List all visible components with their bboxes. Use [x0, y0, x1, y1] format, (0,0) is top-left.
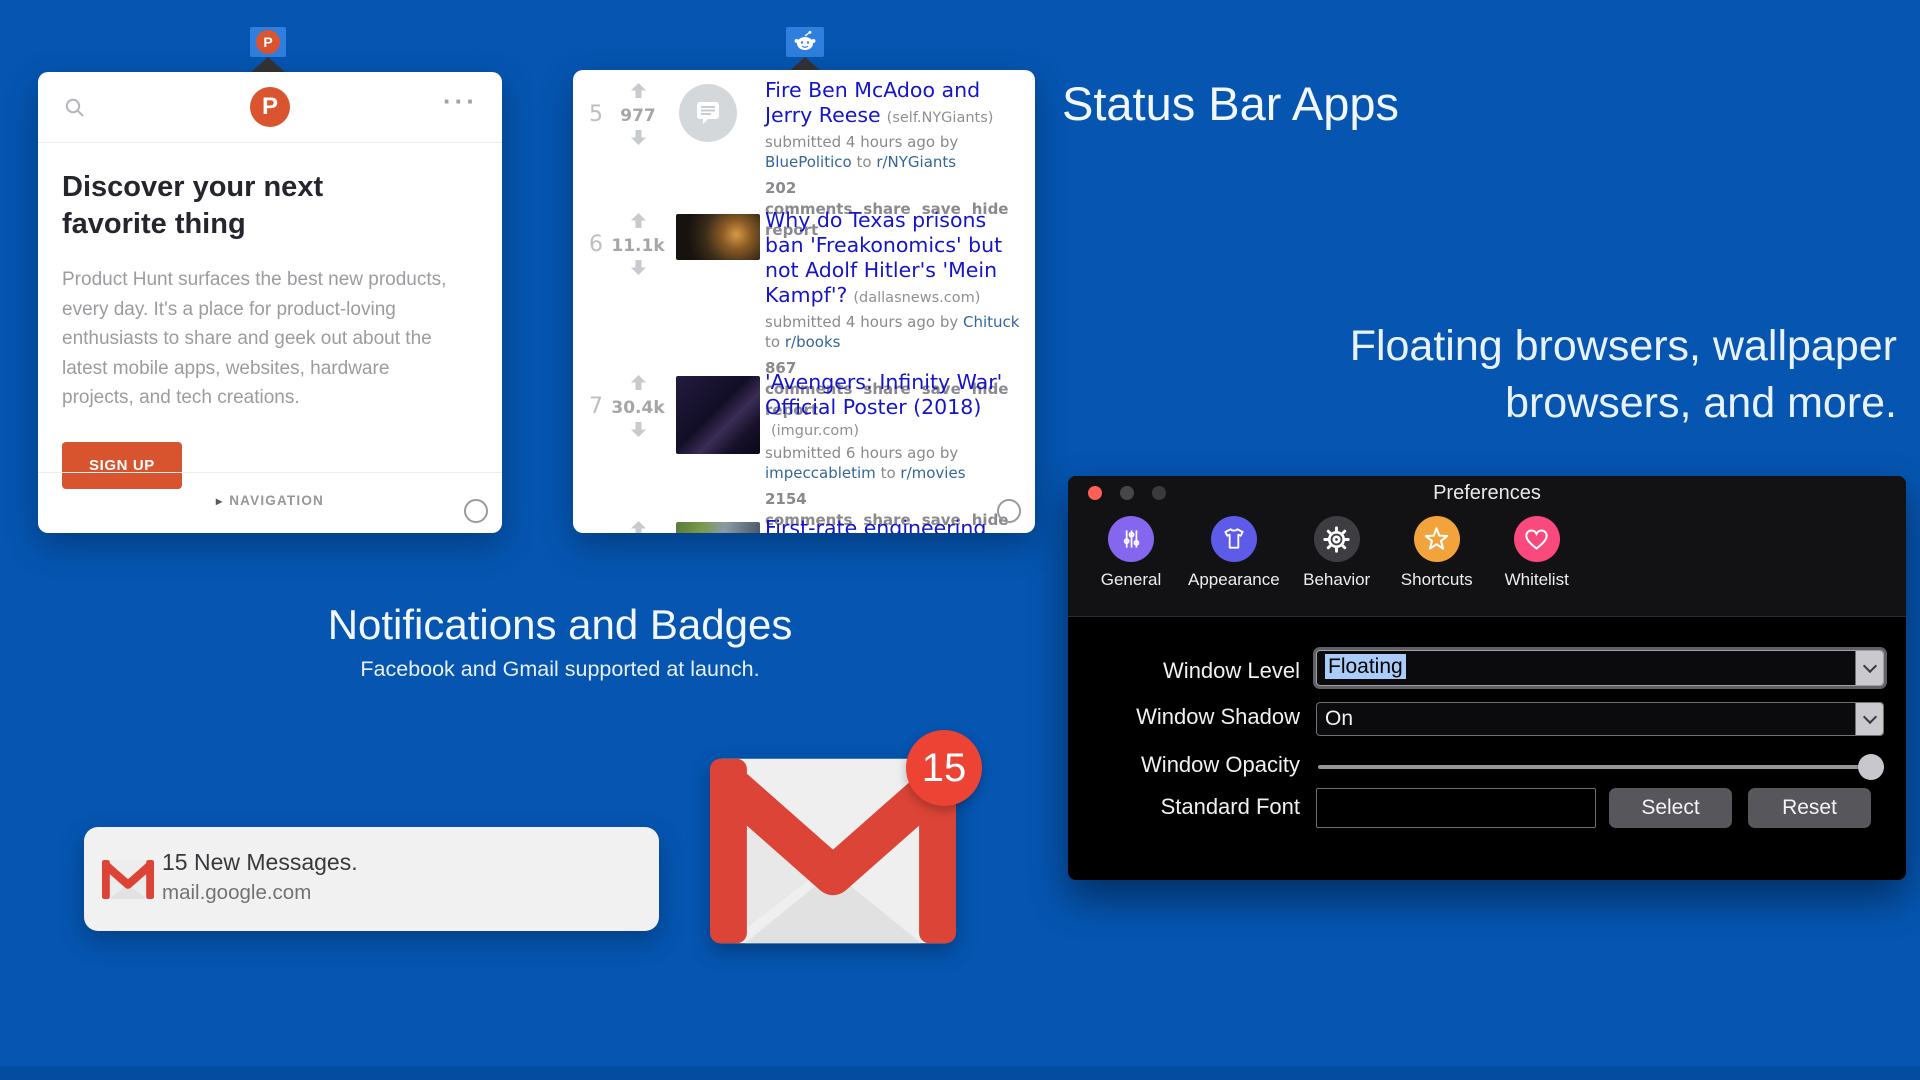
window-shadow-value: On — [1317, 703, 1883, 735]
post-tagline: submitted 6 hours ago by impeccabletim t… — [765, 444, 1029, 483]
hero-banner: P P ··· Discover your next favorite thin… — [0, 0, 1920, 1080]
post-author-link[interactable]: impeccabletim — [765, 464, 876, 482]
window-shadow-dropdown[interactable]: On — [1316, 702, 1884, 736]
notifications-heading: Notifications and Badges — [260, 601, 860, 649]
product-hunt-logo: P — [250, 87, 290, 127]
popover-arrow — [250, 57, 286, 73]
upvote-arrow-icon[interactable] — [629, 212, 648, 233]
vote-controls — [615, 520, 661, 533]
post-subreddit-link[interactable]: r/movies — [900, 464, 965, 482]
tab-label: General — [1101, 570, 1161, 590]
post-thumbnail[interactable] — [676, 214, 760, 260]
tab-label: Whitelist — [1505, 570, 1569, 590]
vote-controls: 11.1k — [615, 212, 661, 280]
product-hunt-popover: P ··· Discover your next favorite thing … — [38, 72, 502, 533]
window-opacity-label: Window Opacity — [1068, 752, 1300, 778]
post-domain: (dallasnews.com) — [853, 290, 980, 306]
tab-whitelist[interactable]: Whitelist — [1494, 516, 1580, 590]
post-tagline: submitted 4 hours ago by Chituck to r/bo… — [765, 313, 1029, 352]
post-rank: 5 — [581, 102, 611, 127]
chevron-down-icon[interactable] — [1855, 703, 1883, 735]
tab-label: Shortcuts — [1401, 570, 1473, 590]
standard-font-field[interactable] — [1316, 788, 1596, 828]
toolbar-separator — [1068, 616, 1906, 617]
upvote-arrow-icon[interactable] — [629, 82, 648, 103]
post-tagline: submitted 4 hours ago by BluePolitico to… — [765, 133, 1029, 172]
floating-browsers-heading: Floating browsers, wallpaper browsers, a… — [1277, 318, 1897, 432]
post-author-link[interactable]: BluePolitico — [765, 153, 852, 171]
upvote-arrow-icon[interactable] — [629, 374, 648, 395]
status-bar-apps-heading: Status Bar Apps — [1062, 76, 1399, 131]
post-thumbnail[interactable] — [676, 376, 760, 454]
tab-label: Behavior — [1303, 570, 1370, 590]
gear-icon — [1314, 516, 1360, 562]
post-thumbnail[interactable] — [679, 84, 737, 142]
reset-font-button[interactable]: Reset — [1748, 788, 1871, 828]
select-font-button[interactable]: Select — [1609, 788, 1732, 828]
preferences-window: Preferences General Appearance Behavior Sho… — [1068, 476, 1906, 880]
tab-behavior[interactable]: Behavior — [1294, 516, 1380, 590]
refresh-ring-icon[interactable] — [464, 499, 488, 523]
statusbar-reddit-icon[interactable] — [786, 27, 824, 57]
post-score: 977 — [620, 106, 656, 126]
refresh-ring-icon[interactable] — [997, 499, 1021, 523]
gmail-icon — [102, 860, 154, 899]
star-icon — [1414, 516, 1460, 562]
post-subreddit-link[interactable]: r/NYGiants — [876, 153, 956, 171]
window-opacity-slider[interactable] — [1318, 765, 1884, 769]
window-level-value: Floating — [1325, 654, 1406, 679]
tab-shortcuts[interactable]: Shortcuts — [1394, 516, 1480, 590]
more-menu-icon[interactable]: ··· — [443, 86, 478, 117]
standard-font-label: Standard Font — [1068, 794, 1300, 820]
tab-appearance[interactable]: Appearance — [1188, 516, 1280, 590]
sliders-icon — [1108, 516, 1154, 562]
downvote-arrow-icon[interactable] — [629, 129, 648, 150]
post-rank: 7 — [581, 394, 611, 419]
notification-source: mail.google.com — [162, 881, 311, 905]
post-score: 30.4k — [611, 398, 664, 418]
post-score: 11.1k — [611, 236, 664, 256]
post-domain: (self.NYGiants) — [887, 110, 994, 126]
tab-label: Appearance — [1188, 570, 1280, 590]
reddit-popover: 5977Fire Ben McAdoo and Jerry Reese(self… — [573, 70, 1035, 533]
vote-controls: 30.4k — [615, 374, 661, 442]
statusbar-product-hunt-icon[interactable]: P — [250, 27, 286, 57]
window-level-dropdown[interactable]: Floating — [1316, 650, 1884, 686]
upvote-arrow-icon[interactable] — [629, 520, 648, 533]
gmail-app-icon[interactable]: 15 — [710, 758, 956, 944]
tshirt-icon — [1211, 516, 1257, 562]
product-hunt-title: Discover your next favorite thing — [62, 169, 432, 243]
product-hunt-description: Product Hunt surfaces the best new produ… — [62, 265, 460, 412]
vote-controls: 977 — [615, 82, 661, 150]
post-thumbnail[interactable] — [676, 522, 760, 533]
heart-icon — [1514, 516, 1560, 562]
disclosure-triangle-icon: ▸ — [216, 494, 223, 508]
product-hunt-footer: ▸NAVIGATION — [38, 472, 502, 533]
window-shadow-label: Window Shadow — [1068, 704, 1300, 730]
post-author-link[interactable]: Chituck — [963, 313, 1019, 331]
post-domain: (imgur.com) — [771, 423, 859, 439]
notification-title: 15 New Messages. — [162, 849, 358, 876]
window-title: Preferences — [1068, 482, 1906, 505]
product-hunt-logo-icon: P — [256, 30, 280, 54]
post-title-link[interactable]: 'Avengers: Infinity War' Official Poster… — [765, 370, 1002, 419]
search-icon[interactable] — [64, 97, 86, 119]
window-opacity-slider-knob[interactable] — [1858, 754, 1884, 780]
bottom-strip — [0, 1066, 1920, 1080]
post-title-link[interactable]: First-rate engineering — [765, 516, 986, 533]
reddit-snoo-icon — [792, 30, 818, 54]
downvote-arrow-icon[interactable] — [629, 259, 648, 280]
tab-general[interactable]: General — [1088, 516, 1174, 590]
product-hunt-header: P ··· — [38, 72, 502, 143]
navigation-toggle[interactable]: ▸NAVIGATION — [38, 493, 502, 508]
chevron-down-icon[interactable] — [1855, 651, 1883, 685]
downvote-arrow-icon[interactable] — [629, 421, 648, 442]
gmail-notification[interactable]: 15 New Messages. mail.google.com — [84, 827, 659, 931]
notifications-subheading: Facebook and Gmail supported at launch. — [260, 657, 860, 682]
post-rank: 6 — [581, 232, 611, 257]
post-subreddit-link[interactable]: r/books — [785, 333, 841, 351]
window-level-label: Window Level — [1068, 658, 1300, 684]
unread-badge: 15 — [906, 730, 982, 806]
